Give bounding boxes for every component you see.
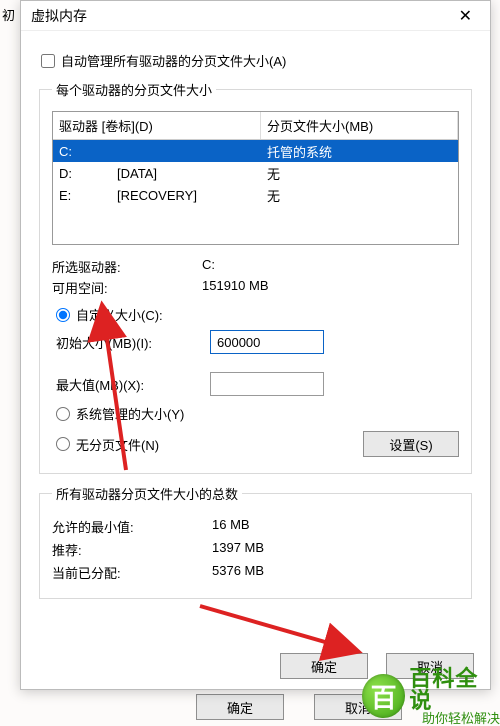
list-body: C: 托管的系统 D: [DATA] 无 E: [RECOVERY] 无 xyxy=(53,140,458,244)
initial-size-row: 初始大小(MB)(I): xyxy=(52,330,459,354)
selected-drive-value: C: xyxy=(202,257,215,276)
system-managed-label: 系统管理的大小(Y) xyxy=(76,404,184,423)
recommended-value: 1397 MB xyxy=(212,540,264,559)
row-drive: D: xyxy=(53,165,111,182)
list-row[interactable]: C: 托管的系统 xyxy=(53,140,458,162)
free-space-row: 可用空间: 151910 MB xyxy=(52,278,459,297)
row-label xyxy=(111,150,261,152)
row-size: 无 xyxy=(261,185,458,206)
auto-manage-label: 自动管理所有驱动器的分页文件大小(A) xyxy=(61,51,286,70)
current-row: 当前已分配: 5376 MB xyxy=(52,563,459,582)
selected-drive-row: 所选驱动器: C: xyxy=(52,257,459,276)
outer-ok-button[interactable]: 确定 xyxy=(196,694,284,720)
current-value: 5376 MB xyxy=(212,563,264,582)
watermark-subtitle: 助你轻松解决 xyxy=(409,712,500,725)
current-label: 当前已分配: xyxy=(52,563,212,582)
recommended-row: 推荐: 1397 MB xyxy=(52,540,459,559)
min-row: 允许的最小值: 16 MB xyxy=(52,517,459,536)
custom-size-radio[interactable] xyxy=(56,308,70,322)
free-space-value: 151910 MB xyxy=(202,278,269,297)
max-size-input[interactable] xyxy=(210,372,324,396)
dialog-content: 自动管理所有驱动器的分页文件大小(A) 每个驱动器的分页文件大小 驱动器 [卷标… xyxy=(21,31,490,689)
header-drive: 驱动器 [卷标](D) xyxy=(53,112,261,139)
close-icon[interactable]: ✕ xyxy=(451,2,480,30)
window-title: 虚拟内存 xyxy=(31,6,87,26)
selected-drive-label: 所选驱动器: xyxy=(52,257,202,276)
max-size-row: 最大值(MB)(X): xyxy=(52,372,459,396)
max-size-label: 最大值(MB)(X): xyxy=(52,375,210,394)
row-size: 无 xyxy=(261,163,458,184)
watermark-badge-icon: 百 xyxy=(362,674,405,718)
watermark-title: 百科全说 xyxy=(409,668,500,712)
auto-manage-row[interactable]: 自动管理所有驱动器的分页文件大小(A) xyxy=(41,51,472,70)
no-paging-label: 无分页文件(N) xyxy=(76,435,159,454)
set-button[interactable]: 设置(S) xyxy=(363,431,459,457)
list-header: 驱动器 [卷标](D) 分页文件大小(MB) xyxy=(53,112,458,140)
titlebar: 虚拟内存 ✕ xyxy=(21,1,490,31)
auto-manage-checkbox[interactable] xyxy=(41,54,55,68)
no-paging-radio-row[interactable]: 无分页文件(N) xyxy=(52,435,159,454)
totals-group: 所有驱动器分页文件大小的总数 允许的最小值: 16 MB 推荐: 1397 MB… xyxy=(39,484,472,599)
row-drive: C: xyxy=(53,143,111,160)
free-space-label: 可用空间: xyxy=(52,278,202,297)
list-row[interactable]: E: [RECOVERY] 无 xyxy=(53,184,458,206)
per-drive-legend: 每个驱动器的分页文件大小 xyxy=(52,80,216,99)
custom-size-radio-row[interactable]: 自定义大小(C): xyxy=(52,305,459,324)
initial-size-label: 初始大小(MB)(I): xyxy=(52,333,210,352)
min-value: 16 MB xyxy=(212,517,250,536)
no-paging-radio[interactable] xyxy=(56,437,70,451)
custom-size-label: 自定义大小(C): xyxy=(76,305,163,324)
ok-button[interactable]: 确定 xyxy=(280,653,368,679)
no-paging-row: 无分页文件(N) 设置(S) xyxy=(52,431,459,457)
watermark: 百 百科全说 助你轻松解决 xyxy=(362,668,500,724)
row-label: [RECOVERY] xyxy=(111,187,261,204)
row-size: 托管的系统 xyxy=(261,141,458,162)
background-text: 初 xyxy=(2,5,15,24)
header-size: 分页文件大小(MB) xyxy=(261,112,458,139)
watermark-text: 百科全说 助你轻松解决 xyxy=(409,668,500,725)
list-row[interactable]: D: [DATA] 无 xyxy=(53,162,458,184)
virtual-memory-dialog: 虚拟内存 ✕ 自动管理所有驱动器的分页文件大小(A) 每个驱动器的分页文件大小 … xyxy=(20,0,491,690)
per-drive-group: 每个驱动器的分页文件大小 驱动器 [卷标](D) 分页文件大小(MB) C: 托… xyxy=(39,80,472,474)
initial-size-input[interactable] xyxy=(210,330,324,354)
system-managed-radio-row[interactable]: 系统管理的大小(Y) xyxy=(52,404,459,423)
system-managed-radio[interactable] xyxy=(56,407,70,421)
row-drive: E: xyxy=(53,187,111,204)
recommended-label: 推荐: xyxy=(52,540,212,559)
drive-listbox[interactable]: 驱动器 [卷标](D) 分页文件大小(MB) C: 托管的系统 D: [DATA… xyxy=(52,111,459,245)
totals-legend: 所有驱动器分页文件大小的总数 xyxy=(52,484,242,503)
row-label: [DATA] xyxy=(111,165,261,182)
min-label: 允许的最小值: xyxy=(52,517,212,536)
